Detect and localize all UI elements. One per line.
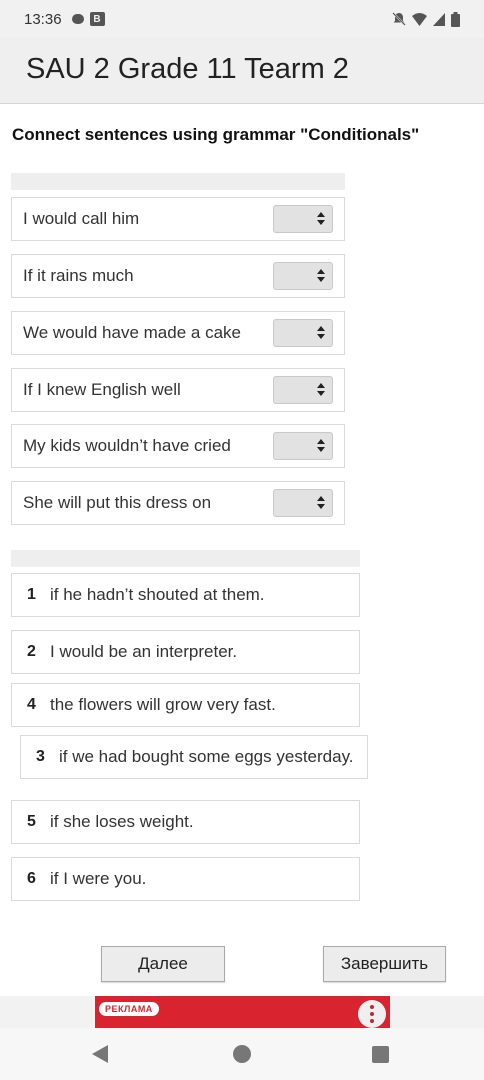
answer-text: if we had bought some eggs yesterday. [59,747,354,766]
sentence-text: She will put this dress on [23,493,212,512]
signal-icon [433,12,445,26]
select-arrows-icon [317,326,325,340]
answer-item-dragging[interactable]: 3 if we had bought some eggs yesterday. [20,735,368,779]
sentence-text: I would call him [23,209,140,228]
select-arrows-icon [317,383,325,397]
answer-item[interactable]: 5 if she loses weight. [11,800,360,844]
answer-text: if I were you. [50,869,147,888]
page-title: SAU 2 Grade 11 Tearm 2 [26,53,349,85]
chat-bubble-icon [71,14,84,24]
select-arrows-icon [317,439,325,453]
answer-text: the flowers will grow very fast. [50,695,276,714]
answer-select[interactable] [273,432,333,460]
answer-number: 1 [27,586,36,603]
sentence-row: My kids wouldn’t have cried [11,424,345,468]
sentence-text: If it rains much [23,266,134,285]
sentence-text: My kids wouldn’t have cried [23,436,231,455]
answer-select[interactable] [273,376,333,404]
answer-item[interactable]: 6 if I were you. [11,857,360,901]
select-arrows-icon [317,212,325,226]
answer-item[interactable]: 4 the flowers will grow very fast. [11,683,360,727]
more-vertical-icon[interactable] [358,1000,386,1028]
wifi-icon [412,12,427,26]
sentence-row: If I knew English well [11,368,345,412]
answer-select[interactable] [273,489,333,517]
answers-header-band [11,550,360,567]
answer-text: if she loses weight. [50,812,194,831]
sentence-text: If I knew English well [23,380,181,399]
ad-area: РЕКЛАМА [0,996,484,1028]
select-arrows-icon [317,496,325,510]
title-bar: SAU 2 Grade 11 Tearm 2 [0,38,484,104]
status-bar: 13:36 B [0,0,484,38]
status-time: 13:36 [24,10,62,28]
answer-item[interactable]: 2 I would be an interpreter. [11,630,360,674]
answer-item[interactable]: 1 if he hadn’t shouted at them. [11,573,360,617]
bell-muted-icon [392,12,406,26]
answer-number: 6 [27,870,36,887]
answer-text: I would be an interpreter. [50,642,238,661]
answer-number: 4 [27,696,36,713]
sentence-text: We would have made a cake [23,323,241,342]
select-arrows-icon [317,269,325,283]
ad-badge: РЕКЛАМА [99,1002,159,1016]
home-icon[interactable] [233,1045,251,1063]
recents-icon[interactable] [372,1046,389,1063]
b-badge-icon: B [89,12,105,26]
sentence-row: We would have made a cake [11,311,345,355]
sentence-row: If it rains much [11,254,345,298]
sentence-row: She will put this dress on [11,481,345,525]
answer-select[interactable] [273,205,333,233]
answer-number: 5 [27,813,36,830]
back-icon[interactable] [92,1045,108,1063]
finish-button[interactable]: Завершить [323,946,446,982]
sentences-header-band [11,173,345,190]
ad-banner[interactable]: РЕКЛАМА [95,996,390,1028]
next-button[interactable]: Далее [101,946,225,982]
answer-number: 3 [36,748,45,765]
navigation-bar [0,1028,484,1080]
sentence-row: I would call him [11,197,345,241]
answer-select[interactable] [273,262,333,290]
answer-number: 2 [27,643,36,660]
answer-text: if he hadn’t shouted at them. [50,585,265,604]
battery-icon [451,11,460,27]
instruction-text: Connect sentences using grammar "Conditi… [12,125,420,144]
answer-select[interactable] [273,319,333,347]
